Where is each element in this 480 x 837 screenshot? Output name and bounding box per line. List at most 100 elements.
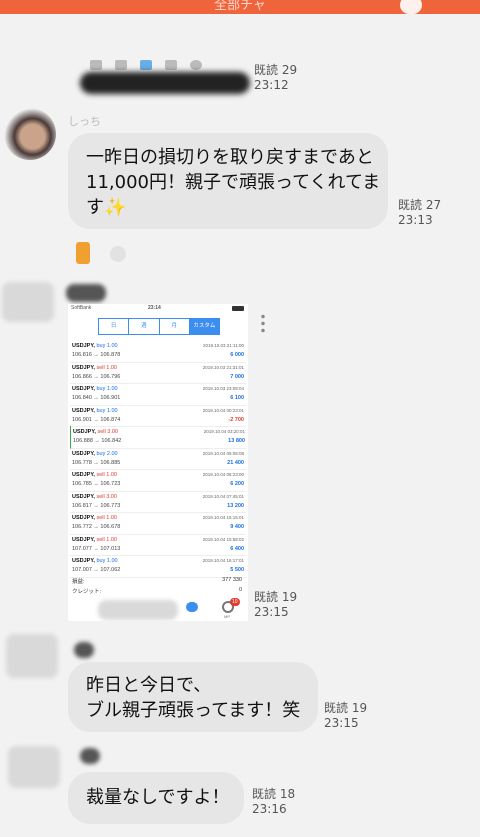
side: sell (97, 429, 106, 435)
reaction-sticker-icon (76, 242, 90, 264)
trade-prices: 106.785 → 106.723 (72, 481, 121, 487)
message-bubble-1[interactable]: 一昨日の損切りを取り戻すまであと 11,000円！親子で頑張ってくれてま す✨ (68, 133, 388, 229)
photo-icon (140, 60, 152, 70)
side: buy (96, 407, 106, 414)
side: buy (96, 343, 106, 349)
carrier-label: SoftBank (71, 305, 92, 311)
lot: 1.00 (106, 558, 118, 564)
trade-side: sell 1.00 (96, 365, 117, 371)
trade-row[interactable]: USDJPY, sell 1.00 106.866 → 106.796 2019.1… (70, 362, 246, 384)
period-tabs: 日 週 月 カスタム (98, 318, 220, 335)
trade-symbol: USDJPY, sell 3.00 (73, 429, 118, 435)
message-0 (60, 40, 250, 100)
tab-day[interactable]: 日 (99, 319, 130, 334)
trade-prices: 106.817 → 106.773 (72, 502, 121, 509)
symbol: USDJPY, (72, 536, 95, 543)
trade-row[interactable]: USDJPY, buy 2.00 106.778 → 106.885 2019.10… (70, 448, 246, 470)
message-bubble-4[interactable]: 裁量なしですよ！ (68, 772, 244, 824)
trade-side: sell 3.00 (96, 494, 117, 500)
note-icon (165, 60, 177, 70)
more-options-icon[interactable] (261, 313, 265, 333)
header-badge[interactable] (400, 0, 422, 14)
trade-row[interactable]: USDJPY, buy 1.00 107.007 → 107.062 2019.10… (70, 555, 246, 578)
credit-value: 0 (238, 587, 242, 593)
profit-value: 377 330 (222, 577, 242, 583)
trade-time: 2019.10.04 16:17:01 (202, 558, 244, 563)
symbol: USDJPY, (72, 407, 95, 414)
side: sell (96, 515, 105, 521)
trade-time: 2019.10.04 05:08:08 (202, 450, 244, 456)
trade-prices: 107.007 → 107.062 (72, 567, 121, 573)
lot: 3.00 (106, 493, 117, 500)
read-receipt-2: 既読 19 23:15 (254, 590, 297, 620)
read-count: 既読 19 (324, 701, 368, 715)
lot: 1.00 (106, 407, 118, 414)
trade-pnl: 6 400 (230, 545, 244, 552)
lot: 1.00 (106, 386, 118, 392)
trade-symbol: USDJPY, sell 1.00 (72, 365, 117, 371)
trade-pnl: 9 400 (230, 524, 244, 530)
profit-label: 損益: (72, 579, 85, 585)
trade-side: sell 1.00 (96, 537, 117, 543)
notification-badge: 10 (230, 598, 240, 606)
tab-month[interactable]: 月 (160, 319, 190, 334)
sender-avatar[interactable] (4, 108, 56, 160)
trade-side: buy 1.00 (96, 386, 117, 392)
trade-time: 2019.10.03 23:08:04 (202, 386, 244, 391)
lot: 1.00 (106, 364, 117, 371)
lot: 1.00 (106, 343, 118, 349)
trade-row[interactable]: USDJPY, sell 1.00 107.077 → 107.013 2019.1… (70, 534, 246, 556)
read-receipt-3: 既読 19 23:15 (324, 701, 367, 731)
trade-pnl: 7 000 (230, 373, 244, 380)
trade-history-screenshot[interactable]: SoftBank 23:14 日 週 月 カスタム USDJPY, buy 1.… (68, 304, 248, 621)
message-text: 裁量なしですよ！ (86, 787, 230, 808)
read-count: 既読 27 (398, 198, 442, 212)
trade-row[interactable]: USDJPY, buy 1.00 106.901 → 106.874 2019.10… (70, 405, 246, 427)
trade-row[interactable]: USDJPY, sell 1.00 106.785 → 106.723 2019.1… (70, 469, 246, 492)
pencil-icon (90, 60, 102, 70)
trade-prices: 106.888 → 106.842 (73, 438, 122, 444)
lot: 1.00 (106, 536, 117, 543)
trade-row[interactable]: USDJPY, sell 3.00 106.817 → 106.773 2019.1… (70, 491, 246, 513)
lot: 3.00 (107, 429, 118, 435)
tab-week[interactable]: 週 (129, 319, 160, 334)
symbol: USDJPY, (72, 450, 95, 457)
tab-custom[interactable]: カスタム (189, 319, 219, 334)
credit-label: クレジット: (72, 589, 102, 595)
symbol: USDJPY, (72, 343, 95, 349)
message-text: 一昨日の損切りを取り戻すまであと 11,000円！親子で頑張ってくれてま す✨ (86, 147, 381, 218)
timestamp: 23:15 (324, 716, 359, 730)
trade-row[interactable]: USDJPY, sell 3.00 106.888 → 106.842 2019.1… (70, 426, 247, 449)
trade-time: 2019.10.04 00:23:01 (202, 407, 244, 413)
lot: 1.00 (106, 515, 117, 521)
side: buy (96, 558, 106, 564)
message-text: 昨日と今日で、 ブル親子頑張ってます！笑 (86, 675, 301, 721)
trade-time: 2019.10.04 06:23:00 (202, 472, 244, 477)
reaction-icons[interactable] (76, 242, 146, 266)
timestamp: 23:16 (252, 802, 287, 816)
chat-tab-icon[interactable] (186, 602, 198, 612)
read-count: 既読 29 (254, 63, 298, 77)
blurred-avatar (2, 282, 54, 322)
trade-time: 2019.10.04 15:15:01 (202, 515, 244, 520)
symbol: USDJPY, (72, 386, 95, 392)
clock-label: 23:14 (148, 305, 161, 311)
battery-icon (232, 306, 244, 311)
blurred-name (80, 748, 100, 764)
trade-symbol: USDJPY, buy 1.00 (72, 343, 118, 349)
read-receipt-4: 既読 18 23:16 (252, 787, 295, 817)
sender-name: しっち (68, 115, 101, 128)
redaction-scribble (80, 72, 250, 94)
side: sell (96, 493, 105, 500)
message-bubble-3[interactable]: 昨日と今日で、 ブル親子頑張ってます！笑 (68, 662, 318, 732)
read-count: 既読 18 (252, 787, 296, 801)
trade-row[interactable]: USDJPY, sell 1.00 106.772 → 106.678 2019.1… (70, 512, 246, 535)
trade-prices: 107.077 → 107.013 (72, 545, 121, 552)
lot: 1.00 (106, 472, 117, 478)
side: sell (96, 364, 105, 371)
trade-symbol: USDJPY, buy 1.00 (72, 408, 118, 414)
trade-row[interactable]: USDJPY, buy 1.00 106.816 → 106.878 2019.10… (70, 340, 246, 363)
symbol: USDJPY, (72, 364, 95, 371)
trade-row[interactable]: USDJPY, buy 1.00 106.840 → 106.901 2019.10… (70, 383, 246, 406)
trade-time: 2019.10.04 15:58:02 (202, 536, 244, 542)
